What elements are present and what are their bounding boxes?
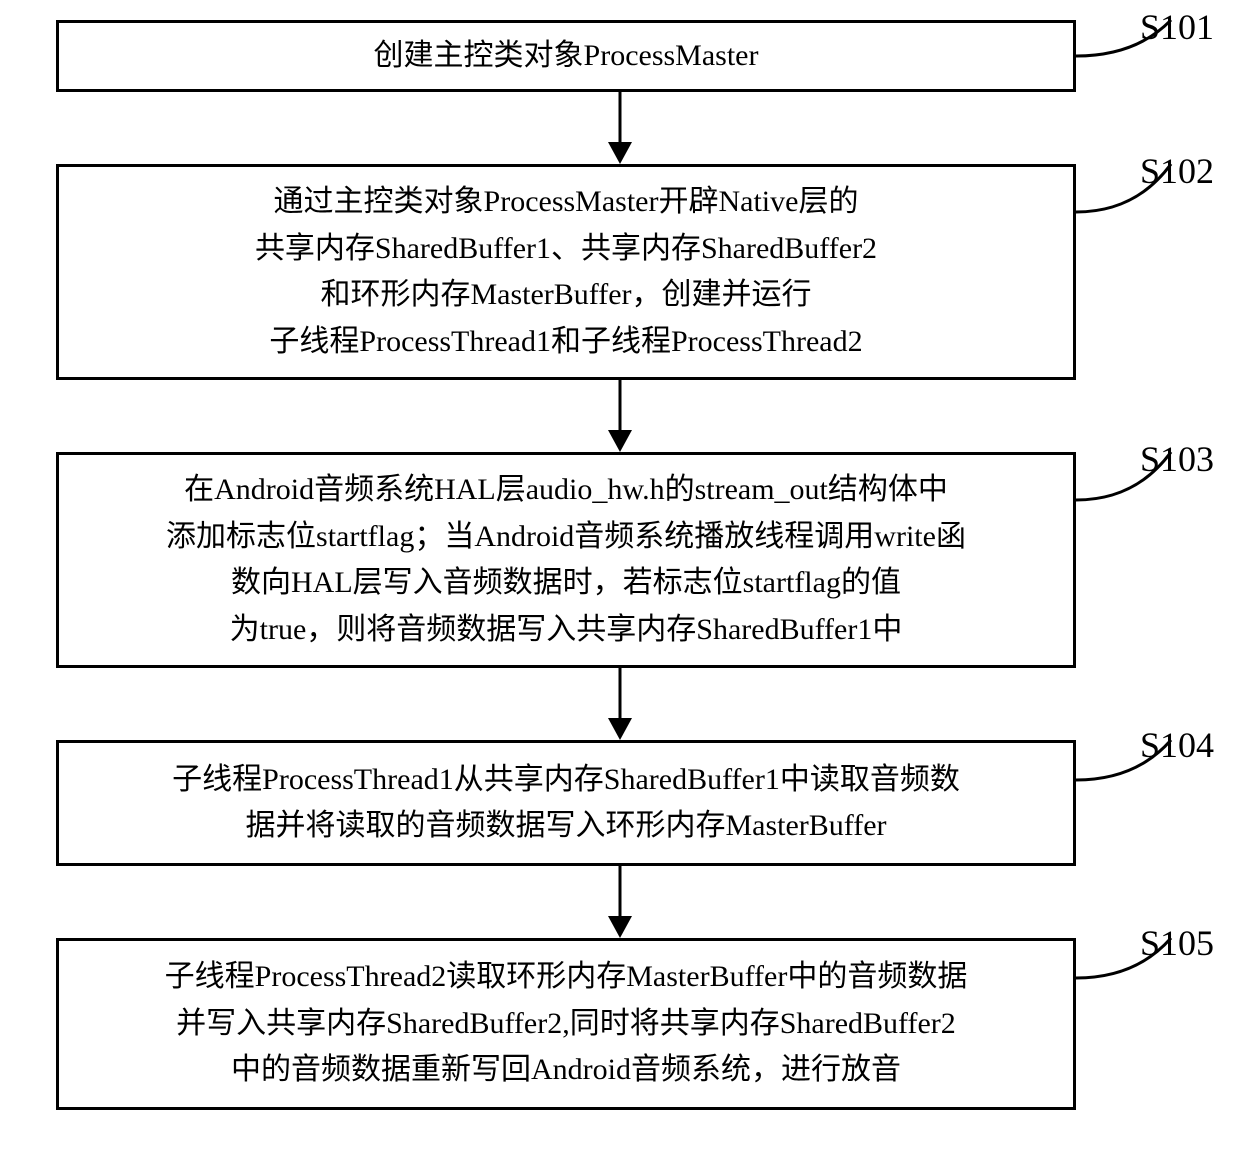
arrow-2-3 xyxy=(600,380,640,452)
flow-step-s105: 子线程ProcessThread2读取环形内存MasterBuffer中的音频数… xyxy=(56,938,1076,1110)
flow-step-s105-text: 子线程ProcessThread2读取环形内存MasterBuffer中的音频数… xyxy=(165,954,968,1094)
flow-step-s101-text: 创建主控类对象ProcessMaster xyxy=(374,33,759,80)
flow-step-s102: 通过主控类对象ProcessMaster开辟Native层的共享内存Shared… xyxy=(56,164,1076,380)
arrow-1-2 xyxy=(600,92,640,164)
flow-label-s105: S105 xyxy=(1140,922,1214,964)
flow-label-s103: S103 xyxy=(1140,438,1214,480)
arrow-4-5 xyxy=(600,866,640,938)
flow-step-s101: 创建主控类对象ProcessMaster xyxy=(56,20,1076,92)
flow-step-s102-text: 通过主控类对象ProcessMaster开辟Native层的共享内存Shared… xyxy=(255,179,877,365)
flow-label-s104: S104 xyxy=(1140,724,1214,766)
flowchart-canvas: 创建主控类对象ProcessMaster S101 通过主控类对象Process… xyxy=(0,0,1240,1166)
flow-label-s101: S101 xyxy=(1140,6,1214,48)
flow-step-s104-text: 子线程ProcessThread1从共享内存SharedBuffer1中读取音频… xyxy=(172,757,960,850)
flow-step-s103-text: 在Android音频系统HAL层audio_hw.h的stream_out结构体… xyxy=(166,467,966,653)
flow-label-s102: S102 xyxy=(1140,150,1214,192)
arrow-3-4 xyxy=(600,668,640,740)
flow-step-s103: 在Android音频系统HAL层audio_hw.h的stream_out结构体… xyxy=(56,452,1076,668)
flow-step-s104: 子线程ProcessThread1从共享内存SharedBuffer1中读取音频… xyxy=(56,740,1076,866)
